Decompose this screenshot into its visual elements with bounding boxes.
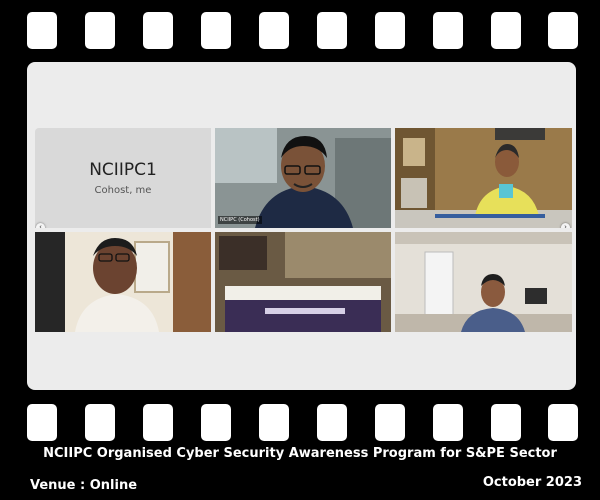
- participant-name: NCIIPC1: [89, 160, 157, 180]
- video-grid: NCIIPC1 Cohost, me ‹ NCIIPC (Cohost) ›: [35, 128, 572, 332]
- event-caption: NCIIPC Organised Cyber Security Awarenes…: [43, 446, 557, 461]
- perforation: [433, 12, 463, 49]
- perforation: [85, 404, 115, 441]
- perforation: [491, 12, 521, 49]
- video-feed: [395, 232, 572, 332]
- perforation: [491, 404, 521, 441]
- perforation: [317, 404, 347, 441]
- perforation: [317, 12, 347, 49]
- event-date: October 2023: [482, 475, 582, 490]
- chevron-right-icon[interactable]: ›: [561, 223, 570, 228]
- perforation: [85, 12, 115, 49]
- meeting-screen: NCIIPC1 Cohost, me ‹ NCIIPC (Cohost) ›: [27, 62, 576, 390]
- film-perforations-bottom: [0, 404, 600, 442]
- video-feed: [35, 232, 211, 332]
- participant-tile[interactable]: ›: [395, 128, 572, 228]
- participant-tile[interactable]: [35, 232, 211, 332]
- perforation: [143, 12, 173, 49]
- perforation: [201, 404, 231, 441]
- participant-tile[interactable]: [215, 232, 391, 332]
- chevron-left-icon[interactable]: ‹: [36, 223, 45, 228]
- perforation: [433, 404, 463, 441]
- perforation: [548, 12, 578, 49]
- venue-label: Venue : Online: [30, 478, 138, 493]
- perforation: [27, 12, 57, 49]
- film-strip-frame: NCIIPC1 Cohost, me ‹ NCIIPC (Cohost) ›: [0, 0, 600, 500]
- participant-tile-self[interactable]: NCIIPC1 Cohost, me ‹: [35, 128, 211, 228]
- perforation: [27, 404, 57, 441]
- perforation: [259, 12, 289, 49]
- film-perforations-top: [0, 12, 600, 50]
- perforation: [143, 404, 173, 441]
- participant-tile[interactable]: [395, 232, 572, 332]
- perforation: [375, 12, 405, 49]
- perforation: [201, 12, 231, 49]
- video-feed: [395, 128, 572, 228]
- participant-role: Cohost, me: [94, 185, 152, 196]
- perforation: [375, 404, 405, 441]
- video-feed: [215, 232, 391, 332]
- perforation: [259, 404, 289, 441]
- participant-tile-cohost[interactable]: NCIIPC (Cohost): [215, 128, 391, 228]
- participant-name-tag: NCIIPC (Cohost): [218, 216, 262, 224]
- video-feed: [215, 128, 391, 228]
- perforation: [548, 404, 578, 441]
